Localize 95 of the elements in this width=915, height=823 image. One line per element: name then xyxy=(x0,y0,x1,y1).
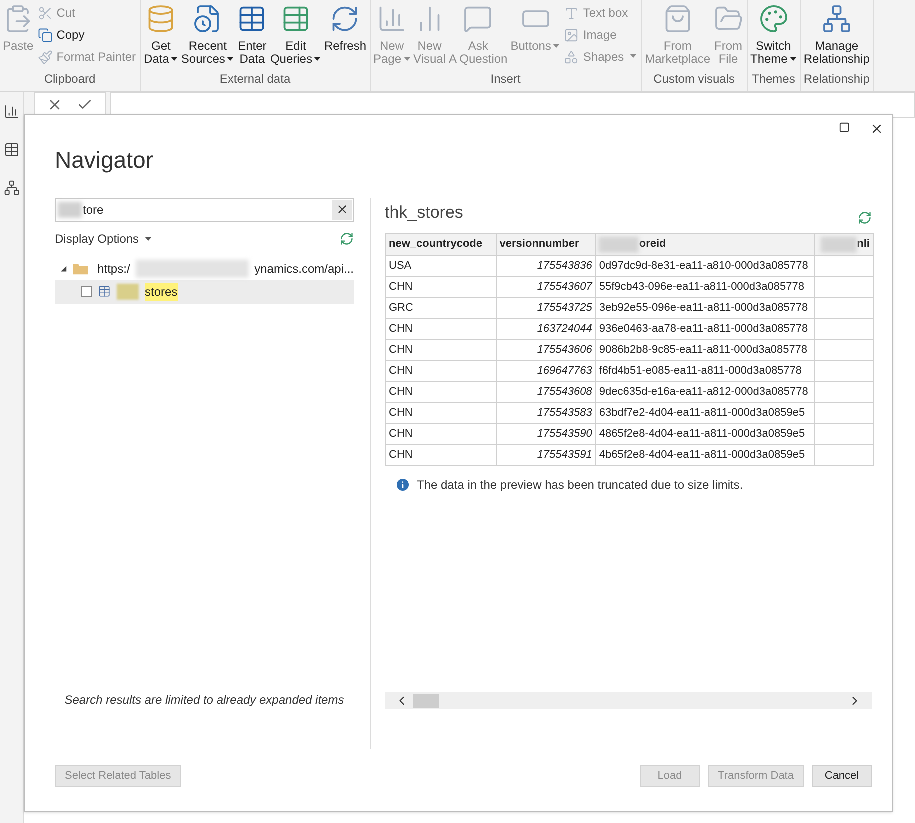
paintbrush-icon xyxy=(38,50,53,64)
ribbon-group-label: Relationship xyxy=(802,71,871,88)
table-cell: f6fd4b51-e085-ea11-a811-000d3a085778 xyxy=(596,360,815,382)
folder-icon xyxy=(72,262,88,274)
scissors-icon xyxy=(38,6,53,20)
table-cell: 163724044 xyxy=(496,318,596,340)
blurred-patch xyxy=(599,236,640,252)
table-cell: 175543836 xyxy=(496,256,596,276)
table-cell: 936e0463-aa78-ea11-a811-000d3a085778 xyxy=(596,318,815,340)
table-cell: 175543590 xyxy=(496,424,596,444)
blurred-patch xyxy=(117,284,139,300)
caret-icon xyxy=(171,56,178,61)
table-cell: USA xyxy=(386,256,496,276)
tree-item-label[interactable]: https:/ xyxy=(98,260,130,278)
table-cell: 169647763 xyxy=(496,360,596,382)
caret-icon xyxy=(404,56,411,61)
close-icon xyxy=(336,203,348,216)
table-cell: 175543725 xyxy=(496,298,596,318)
table-cell: 9086b2b8-9c85-ea11-a811-000d3a085778 xyxy=(596,340,815,360)
truncation-message: The data in the preview has been truncated due to size limits. xyxy=(417,477,744,494)
table-cell: 175543591 xyxy=(496,444,596,466)
table-cell: CHN xyxy=(386,340,496,360)
ribbon-group-label: External data xyxy=(218,71,292,88)
ribbon-group-label: Insert xyxy=(490,71,522,88)
dialog-title: Navigator xyxy=(55,146,154,175)
table-cell: 175543607 xyxy=(496,276,596,298)
table-cell: CHN xyxy=(386,276,496,298)
display-options-dropdown[interactable]: Display Options xyxy=(55,230,152,248)
table-cell: CHN xyxy=(386,382,496,402)
table-cell: 175543606 xyxy=(496,340,596,360)
ribbon-group-label: Clipboard xyxy=(43,71,97,88)
search-note: Search results are limited to already expanded items xyxy=(64,692,346,709)
ribbon-group-label: Custom visuals xyxy=(652,71,736,88)
data-view-icon[interactable] xyxy=(4,142,20,158)
ribbon-button[interactable]: Edit Queries xyxy=(269,0,322,70)
ribbon-button[interactable]: Copy xyxy=(36,25,138,45)
ribbon-button[interactable]: Switch Theme xyxy=(750,0,798,70)
refresh-icon[interactable] xyxy=(340,232,354,246)
table-cell: CHN xyxy=(386,444,496,466)
caret-icon xyxy=(227,56,234,61)
text-box-icon xyxy=(564,6,580,20)
table-cell: GRC xyxy=(386,298,496,318)
ribbon-button[interactable]: Recent Sources xyxy=(180,0,236,70)
checkbox[interactable] xyxy=(81,286,92,297)
shapes-icon xyxy=(564,50,580,64)
image-icon xyxy=(564,28,580,42)
ribbon-button[interactable]: Get Data xyxy=(143,0,180,70)
ribbon-button[interactable]: Enter Data xyxy=(236,0,268,70)
table-cell: 3eb92e55-096e-ea11-a811-000d3a085778 xyxy=(596,298,815,318)
caret-icon xyxy=(314,56,322,61)
scrollbar-thumb[interactable] xyxy=(413,694,439,708)
caret-icon xyxy=(553,44,560,48)
table-cell: 0d97dc9d-8e31-ea11-a810-000d3a085778 xyxy=(596,256,815,276)
column-header: versionnumber xyxy=(496,234,596,256)
table-cell: CHN xyxy=(386,402,496,424)
caret-icon xyxy=(145,236,152,240)
table-cell: 55f9cb43-096e-ea11-a811-000d3a085778 xyxy=(596,276,815,298)
ribbon-button[interactable]: Manage Relationship xyxy=(802,0,871,70)
ribbon-group-label: Themes xyxy=(751,71,796,88)
ribbon-button[interactable]: Refresh xyxy=(323,0,368,70)
horizontal-scrollbar[interactable] xyxy=(385,692,872,709)
caret-icon xyxy=(790,56,797,61)
tree-item-label[interactable]: ynamics.com/api... xyxy=(254,260,354,278)
copy-icon xyxy=(38,28,53,42)
clear-search-button[interactable] xyxy=(332,200,352,220)
report-view-icon[interactable] xyxy=(4,104,20,120)
column-header: oreid xyxy=(596,234,815,256)
relationship-icon xyxy=(822,4,852,34)
table-cell: 175543608 xyxy=(496,382,596,402)
dialog-button[interactable]: Cancel xyxy=(812,765,872,787)
search-field[interactable]: tore xyxy=(55,198,354,222)
expanded-arrow-icon[interactable] xyxy=(61,266,67,272)
caret-icon xyxy=(630,54,638,58)
palette-icon xyxy=(758,4,789,34)
speech-bubble-icon xyxy=(463,4,494,34)
blurred-patch xyxy=(821,236,858,252)
refresh-icon[interactable] xyxy=(858,211,872,225)
tree-item[interactable]: stores xyxy=(55,280,354,304)
table-cell: 4865f2e8-4d04-ea11-a811-000d3a0859e5 xyxy=(596,424,815,444)
column-header: new_countrycode xyxy=(386,234,496,256)
table-icon xyxy=(98,285,111,298)
model-view-icon[interactable] xyxy=(4,180,20,196)
info-icon xyxy=(395,477,411,493)
column-header: nli xyxy=(814,234,874,256)
table-cell: CHN xyxy=(386,424,496,444)
table-cell: CHN xyxy=(386,360,496,382)
table-cell: 175543583 xyxy=(496,402,596,424)
preview-title: thk_stores xyxy=(385,202,464,224)
maximize-icon[interactable] xyxy=(839,122,850,133)
blurred-patch xyxy=(58,202,82,218)
table-cell: 63bdf7e2-4d04-ea11-a811-000d3a0859e5 xyxy=(596,402,815,424)
table-cell: 4b65f2e8-4d04-ea11-a811-000d3a0859e5 xyxy=(596,444,815,466)
close-icon[interactable] xyxy=(870,122,884,136)
table-cell: CHN xyxy=(386,318,496,340)
table-cell: 9dec635d-e16a-ea11-a812-000d3a085778 xyxy=(596,382,815,402)
